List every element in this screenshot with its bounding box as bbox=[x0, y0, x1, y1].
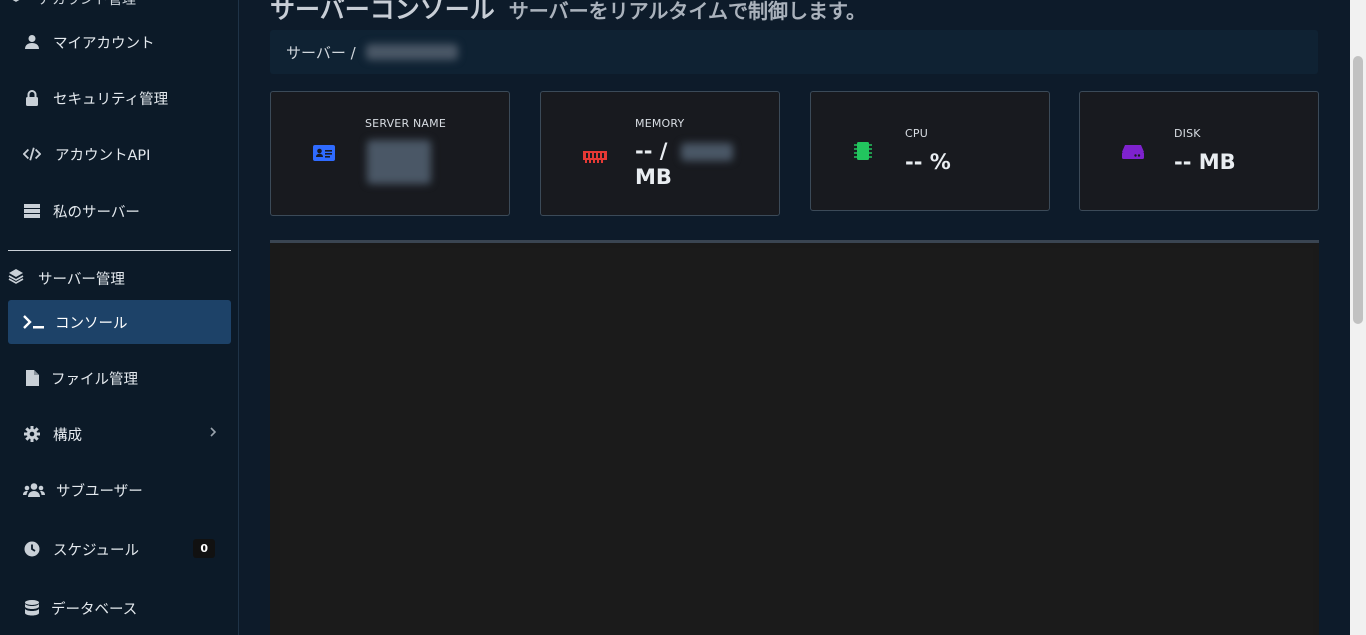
sidebar-item-label: 構成 bbox=[53, 427, 82, 444]
disk-value: -- MB bbox=[1174, 150, 1236, 174]
breadcrumb-root[interactable]: サーバー / bbox=[286, 42, 356, 63]
disk-label: DISK bbox=[1174, 127, 1201, 140]
console-output[interactable] bbox=[280, 248, 1313, 635]
schedule-count-badge: 0 bbox=[193, 539, 215, 558]
memory-unit: MB bbox=[635, 165, 672, 189]
clock-icon bbox=[23, 540, 41, 558]
console-panel bbox=[270, 240, 1319, 635]
sidebar-item-config[interactable]: 構成 bbox=[8, 412, 231, 456]
sidebar-item-account-api[interactable]: アカウントAPI bbox=[8, 132, 231, 176]
cpu-value: -- % bbox=[905, 150, 951, 174]
sidebar-item-label: コンソール bbox=[55, 315, 128, 332]
disk-card: DISK -- MB bbox=[1079, 91, 1319, 211]
memory-card: MEMORY -- / MB bbox=[540, 91, 780, 216]
server-name-label: SERVER NAME bbox=[365, 117, 446, 130]
sidebar-item-label: 私のサーバー bbox=[53, 204, 140, 221]
sidebar: アカウント管理 マイアカウント セキュリティ管理 アカウントAPI 私のサーバー… bbox=[0, 0, 239, 635]
sidebar-item-my-account[interactable]: マイアカウント bbox=[8, 20, 231, 64]
sidebar-item-label: アカウントAPI bbox=[55, 147, 151, 164]
layers-icon bbox=[8, 268, 24, 288]
sidebar-item-subusers[interactable]: サブユーザー bbox=[8, 468, 231, 512]
account-section-header: アカウント管理 bbox=[8, 0, 136, 10]
sidebar-item-label: サブユーザー bbox=[56, 483, 143, 500]
code-icon bbox=[23, 145, 41, 163]
sidebar-item-security[interactable]: セキュリティ管理 bbox=[8, 76, 231, 120]
id-card-icon bbox=[313, 144, 335, 166]
server-section-label: サーバー管理 bbox=[38, 271, 125, 288]
sidebar-item-my-servers[interactable]: 私のサーバー bbox=[8, 189, 231, 233]
chevron-right-icon bbox=[209, 426, 217, 442]
scrollbar-thumb[interactable] bbox=[1353, 56, 1363, 324]
memory-icon bbox=[583, 148, 607, 167]
sidebar-item-schedules[interactable]: スケジュール 0 bbox=[8, 527, 231, 571]
breadcrumb-server-name-redacted bbox=[365, 44, 458, 60]
main-content: サーバーコンソール サーバーをリアルタイムで制御します。 サーバー / SERVE… bbox=[240, 0, 1350, 635]
file-icon bbox=[23, 369, 41, 387]
user-icon bbox=[23, 33, 41, 51]
sidebar-item-label: マイアカウント bbox=[53, 35, 155, 52]
server-name-card: SERVER NAME bbox=[270, 91, 510, 216]
memory-limit-redacted bbox=[680, 143, 733, 161]
sidebar-item-databases[interactable]: データベース bbox=[8, 586, 231, 630]
cpu-card: CPU -- % bbox=[810, 91, 1050, 211]
server-section-header: サーバー管理 bbox=[8, 266, 125, 290]
gear-icon bbox=[23, 425, 41, 443]
server-name-value-redacted bbox=[367, 140, 431, 184]
page-title: サーバーコンソール サーバーをリアルタイムで制御します。 bbox=[270, 0, 866, 26]
sidebar-item-console[interactable]: コンソール bbox=[8, 300, 231, 344]
users-icon bbox=[23, 481, 45, 499]
layers-icon bbox=[8, 0, 24, 9]
account-section-label: アカウント管理 bbox=[38, 0, 136, 8]
sidebar-item-files[interactable]: ファイル管理 bbox=[8, 356, 231, 400]
page-subtitle: サーバーをリアルタイムで制御します。 bbox=[508, 0, 866, 23]
database-icon bbox=[23, 599, 41, 617]
lock-icon bbox=[23, 89, 41, 107]
sidebar-item-label: セキュリティ管理 bbox=[53, 91, 169, 108]
hard-drive-icon bbox=[1122, 144, 1144, 164]
breadcrumb: サーバー / bbox=[270, 30, 1318, 74]
memory-value: -- / MB bbox=[635, 138, 733, 190]
cpu-label: CPU bbox=[905, 127, 928, 140]
sidebar-item-label: データベース bbox=[51, 601, 138, 618]
sidebar-item-label: ファイル管理 bbox=[51, 371, 138, 388]
page-scrollbar[interactable] bbox=[1350, 0, 1366, 635]
memory-label: MEMORY bbox=[635, 117, 685, 130]
terminal-icon bbox=[23, 313, 45, 331]
sidebar-divider bbox=[8, 250, 231, 251]
sidebar-item-label: スケジュール bbox=[53, 542, 139, 559]
server-icon bbox=[23, 202, 41, 220]
cpu-chip-icon bbox=[853, 140, 873, 166]
page-title-text: サーバーコンソール bbox=[270, 0, 495, 24]
memory-value-prefix: -- / bbox=[635, 139, 668, 163]
